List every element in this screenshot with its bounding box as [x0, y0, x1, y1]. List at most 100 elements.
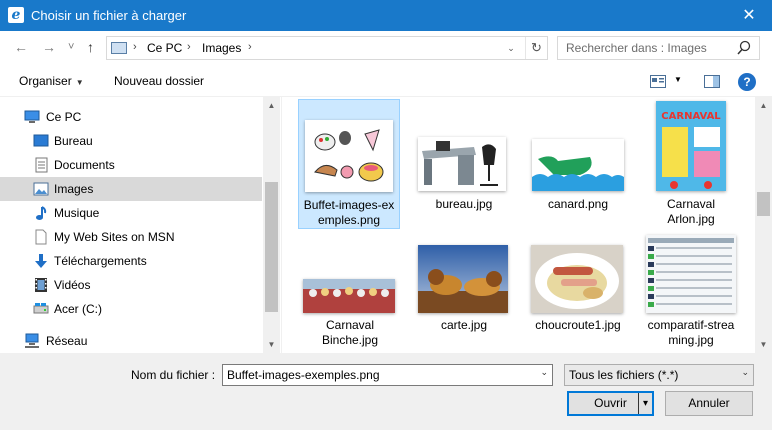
sidebar-item-videos[interactable]: Vidéos — [0, 273, 262, 297]
file-tile-comparatif-streaming[interactable]: comparatif-strea ming.jpg — [640, 233, 742, 353]
filename-label: Nom du fichier : — [131, 368, 216, 382]
pc-icon — [24, 110, 40, 123]
sidebar-item-musique[interactable]: Musique — [0, 201, 262, 225]
file-type-filter-select[interactable]: Tous les fichiers (*.*) ⌄ — [564, 364, 754, 386]
scroll-up-arrow-icon[interactable]: ▲ — [263, 97, 280, 114]
documents-icon — [35, 157, 48, 173]
caret-down-icon: ▼ — [75, 78, 84, 87]
recent-locations-chevron-icon[interactable]: ˅ — [68, 39, 74, 55]
refresh-icon[interactable]: ↻ — [525, 37, 547, 59]
pc-monitor-icon — [111, 42, 127, 54]
sidebar-item-label: Acer (C:) — [54, 302, 102, 316]
chevron-down-icon: ⌄ — [741, 367, 749, 377]
svg-text:CARNAVAL: CARNAVAL — [661, 111, 721, 122]
poster-thumbnail: CARNAVAL — [656, 101, 726, 191]
sidebar-item-acer-c[interactable]: Acer (C:) — [0, 297, 262, 321]
title-bar: e Choisir un fichier à charger ✕ — [0, 0, 772, 31]
file-name: choucroute1.jpg — [535, 318, 621, 332]
file-name: carte.jpg — [440, 318, 488, 332]
lions-photo-thumbnail — [418, 245, 508, 313]
video-icon — [35, 278, 47, 292]
music-icon — [36, 206, 47, 220]
duck-drawing-thumbnail — [532, 139, 624, 191]
sidebar-scrollbar[interactable]: ▲ ▼ — [263, 97, 280, 353]
file-tile-canard[interactable]: canard.png — [527, 99, 629, 229]
file-name: Buffet-images-ex — [303, 198, 395, 212]
dialog-footer: Nom du fichier : Buffet-images-exemples.… — [0, 353, 772, 430]
sidebar-item-telechargements[interactable]: Téléchargements — [0, 249, 262, 273]
window-title: Choisir un fichier à charger — [31, 8, 187, 23]
clipart-buffet-thumbnail — [305, 120, 393, 192]
preview-pane-icon[interactable] — [704, 75, 720, 88]
file-tile-bureau[interactable]: bureau.jpg — [413, 99, 515, 229]
sidebar-item-ce-pc[interactable]: Ce PC — [0, 105, 262, 129]
back-arrow-icon[interactable]: ← — [14, 39, 28, 55]
view-mode-icon[interactable] — [650, 75, 666, 88]
file-name: canard.png — [547, 197, 609, 211]
search-icon[interactable] — [737, 40, 751, 56]
filename-combobox[interactable]: Buffet-images-exemples.png ⌄ — [222, 364, 553, 386]
scrollbar-thumb[interactable] — [265, 182, 278, 312]
chevron-down-icon[interactable]: ⌄ — [540, 367, 548, 378]
sidebar-item-label: Réseau — [46, 334, 88, 348]
scroll-down-arrow-icon[interactable]: ▼ — [263, 336, 280, 353]
up-arrow-icon[interactable]: ↑ — [87, 39, 94, 55]
file-tile-carte[interactable]: carte.jpg — [413, 233, 515, 353]
file-name: Carnaval — [666, 197, 716, 211]
search-box[interactable]: Rechercher dans : Images — [557, 36, 760, 60]
sidebar-item-label: My Web Sites on MSN — [54, 230, 175, 244]
filename-value[interactable]: Buffet-images-exemples.png — [227, 368, 380, 382]
sidebar-item-label: Vidéos — [54, 278, 91, 292]
sidebar-item-label: Ce PC — [46, 110, 82, 124]
breadcrumb-separator-icon[interactable]: › — [133, 41, 137, 53]
file-name: Arlon.jpg — [667, 212, 715, 226]
address-dropdown-icon[interactable]: ⌄ — [501, 39, 521, 57]
view-options-caret-icon[interactable]: ▼ — [674, 75, 682, 84]
filter-value: Tous les fichiers (*.*) — [569, 368, 679, 382]
sidebar-item-label: Bureau — [54, 134, 93, 148]
search-placeholder[interactable]: Rechercher dans : Images — [566, 41, 707, 55]
breadcrumb-separator-icon[interactable]: › — [248, 41, 252, 53]
desktop-icon — [33, 134, 49, 147]
download-icon — [35, 254, 47, 268]
file-name: bureau.jpg — [435, 197, 493, 211]
scroll-up-arrow-icon[interactable]: ▲ — [755, 97, 772, 114]
file-tile-carnaval-binche[interactable]: Carnaval Binche.jpg — [299, 233, 401, 353]
address-bar[interactable]: › Ce PC › Images › ⌄ ↻ — [106, 36, 548, 60]
file-tile-carnaval-arlon[interactable]: CARNAVAL Carnaval Arlon.jpg — [640, 99, 742, 229]
food-photo-thumbnail — [531, 245, 623, 313]
breadcrumb-separator-icon[interactable]: › — [187, 41, 191, 53]
file-name: ming.jpg — [668, 333, 714, 347]
open-options-dropdown-icon[interactable]: ▾ — [638, 393, 652, 414]
breadcrumb-images[interactable]: Images — [202, 41, 241, 55]
scrollbar-thumb[interactable] — [757, 192, 770, 216]
file-list-scrollbar[interactable]: ▲ ▼ — [755, 97, 772, 353]
navigation-pane: Ce PC Bureau Documents Images Musique My… — [0, 97, 280, 353]
drive-icon — [33, 303, 49, 314]
scroll-down-arrow-icon[interactable]: ▼ — [755, 336, 772, 353]
navigation-bar: ← → ˅ ↑ › Ce PC › Images › ⌄ ↻ Recherche… — [0, 31, 772, 65]
new-folder-button[interactable]: Nouveau dossier — [114, 74, 204, 88]
help-icon[interactable]: ? — [738, 73, 756, 91]
sidebar-item-bureau[interactable]: Bureau — [0, 129, 262, 153]
sidebar-item-label: Images — [54, 182, 94, 196]
images-icon — [33, 182, 49, 196]
network-icon — [25, 333, 39, 348]
breadcrumb-ce-pc[interactable]: Ce PC — [147, 41, 182, 55]
sidebar-item-my-web-sites[interactable]: My Web Sites on MSN — [0, 225, 262, 249]
forward-arrow-icon[interactable]: → — [42, 39, 56, 55]
internet-explorer-icon: e — [8, 7, 24, 23]
table-screenshot-thumbnail — [646, 235, 736, 313]
sidebar-item-reseau[interactable]: Réseau — [0, 329, 262, 353]
close-button[interactable]: ✕ — [726, 0, 772, 31]
file-tile-buffet-images-exemples[interactable]: Buffet-images-ex emples.png — [298, 99, 400, 229]
cancel-button[interactable]: Annuler — [665, 391, 753, 416]
file-tile-choucroute1[interactable]: choucroute1.jpg — [527, 233, 629, 353]
sidebar-item-label: Téléchargements — [54, 254, 147, 268]
organize-menu-button[interactable]: Organiser ▼ — [19, 74, 84, 88]
desk-photo-thumbnail — [418, 137, 506, 191]
sidebar-item-images[interactable]: Images — [0, 177, 262, 201]
sidebar-item-documents[interactable]: Documents — [0, 153, 262, 177]
crowd-photo-thumbnail — [303, 279, 395, 313]
open-button[interactable]: Ouvrir ▾ — [567, 391, 654, 416]
